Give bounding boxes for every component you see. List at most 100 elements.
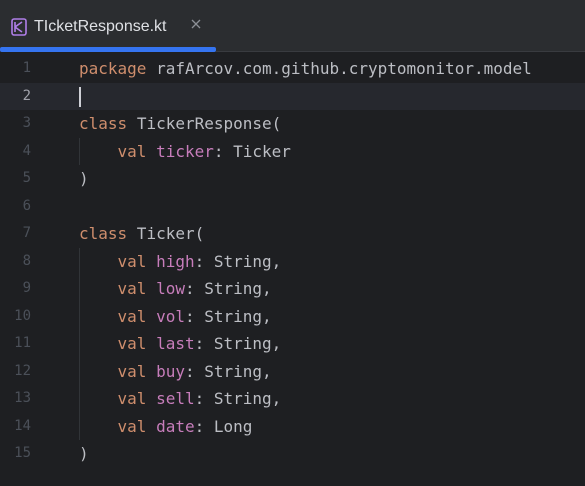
close-icon[interactable] bbox=[189, 17, 203, 31]
text-caret bbox=[79, 86, 81, 107]
line-number: 2 bbox=[22, 87, 31, 104]
code-text: val low: String, bbox=[79, 275, 272, 303]
code-token: val bbox=[117, 361, 147, 381]
code-token: low bbox=[156, 279, 185, 298]
code-line[interactable]: 15) bbox=[0, 440, 585, 468]
line-number: 1 bbox=[22, 60, 31, 76]
editor-tab-bar: TIcketResponse.kt bbox=[0, 0, 585, 52]
code-text: val vol: String, bbox=[79, 303, 272, 331]
code-line[interactable]: 7 class Ticker( bbox=[0, 220, 585, 248]
code-line[interactable]: 12 val buy: String, bbox=[0, 358, 585, 386]
line-number: 10 bbox=[14, 307, 31, 324]
line-number: 6 bbox=[22, 197, 31, 214]
code-token: val bbox=[117, 334, 147, 353]
code-token: class bbox=[79, 224, 128, 243]
code-text: ) bbox=[79, 440, 89, 468]
code-text: val last: String, bbox=[79, 330, 282, 358]
code-token: package bbox=[79, 59, 147, 78]
code-token: rafArcov.com.github.cryptomonitor.model bbox=[146, 59, 532, 78]
code-token: : String, bbox=[184, 279, 272, 298]
code-line[interactable]: 14 val date: Long bbox=[0, 413, 585, 441]
code-editor[interactable]: 1 package rafArcov.com.github.cryptomonit… bbox=[0, 52, 585, 486]
code-line[interactable]: 13 val sell: String, bbox=[0, 385, 585, 413]
code-token: : Ticker bbox=[213, 141, 291, 161]
code-token: high bbox=[156, 251, 195, 271]
code-text: val high: String, bbox=[79, 248, 282, 276]
code-token: : String, bbox=[184, 306, 272, 326]
line-number: 13 bbox=[14, 390, 31, 406]
line-number: 8 bbox=[22, 252, 31, 269]
code-line[interactable]: 1 package rafArcov.com.github.cryptomonit… bbox=[0, 55, 585, 83]
code-token: ( bbox=[271, 114, 282, 133]
line-number: 4 bbox=[22, 142, 31, 159]
code-line[interactable]: 8 val high: String, bbox=[0, 248, 585, 276]
code-text: class TickerResponse( bbox=[79, 110, 281, 138]
code-token: : String, bbox=[194, 251, 282, 271]
tab-ticket-response[interactable]: TIcketResponse.kt bbox=[0, 0, 216, 52]
code-token: val bbox=[117, 306, 147, 326]
kotlin-file-icon bbox=[11, 18, 27, 36]
code-text: ) bbox=[79, 165, 89, 193]
line-number: 5 bbox=[22, 170, 31, 186]
code-token: ) bbox=[79, 169, 89, 188]
line-number: 9 bbox=[22, 280, 31, 296]
code-line[interactable]: 9 val low: String, bbox=[0, 275, 585, 303]
code-line[interactable]: 2 bbox=[0, 82, 585, 110]
code-token: val bbox=[117, 389, 147, 408]
line-number: 15 bbox=[14, 445, 31, 461]
code-text: class Ticker( bbox=[79, 220, 204, 248]
code-text: package rafArcov.com.github.cryptomonito… bbox=[79, 55, 532, 83]
code-token: val bbox=[117, 141, 147, 161]
code-token: : String, bbox=[194, 389, 282, 408]
indent-guide bbox=[79, 137, 80, 165]
code-token: ) bbox=[79, 444, 89, 463]
code-token: buy bbox=[156, 361, 185, 381]
code-token: val bbox=[117, 416, 147, 436]
code-text: val ticker: Ticker bbox=[79, 138, 291, 166]
line-number: 3 bbox=[22, 115, 31, 131]
code-line[interactable]: 4 val ticker: Ticker bbox=[0, 138, 585, 166]
code-token: : String, bbox=[184, 361, 272, 381]
code-token: date bbox=[156, 416, 195, 436]
code-token: vol bbox=[156, 306, 185, 326]
line-number: 12 bbox=[14, 362, 31, 379]
line-number: 14 bbox=[14, 417, 31, 434]
code-line[interactable]: 11 val last: String, bbox=[0, 330, 585, 358]
code-token: TickerResponse bbox=[136, 114, 272, 133]
indent-guide bbox=[79, 247, 80, 440]
code-line[interactable]: 5) bbox=[0, 165, 585, 193]
code-line[interactable]: 6 bbox=[0, 193, 585, 221]
line-number: 7 bbox=[22, 225, 31, 241]
line-number: 11 bbox=[14, 335, 31, 351]
code-token: sell bbox=[156, 389, 195, 408]
code-token: last bbox=[156, 334, 195, 353]
code-token: val bbox=[117, 279, 147, 298]
code-text: val date: Long bbox=[79, 413, 253, 441]
code-line[interactable]: 10 val vol: String, bbox=[0, 303, 585, 331]
tab-label: TIcketResponse.kt bbox=[34, 18, 167, 35]
code-token: ticker bbox=[156, 141, 214, 161]
code-token: Ticker( bbox=[127, 224, 205, 243]
code-token: : Long bbox=[194, 416, 253, 436]
code-line[interactable]: 3 class TickerResponse( bbox=[0, 110, 585, 138]
code-text: val sell: String, bbox=[79, 385, 282, 413]
code-area[interactable]: 1 package rafArcov.com.github.cryptomonit… bbox=[0, 52, 585, 486]
code-token: class bbox=[79, 114, 128, 133]
code-text: val buy: String, bbox=[79, 358, 272, 386]
